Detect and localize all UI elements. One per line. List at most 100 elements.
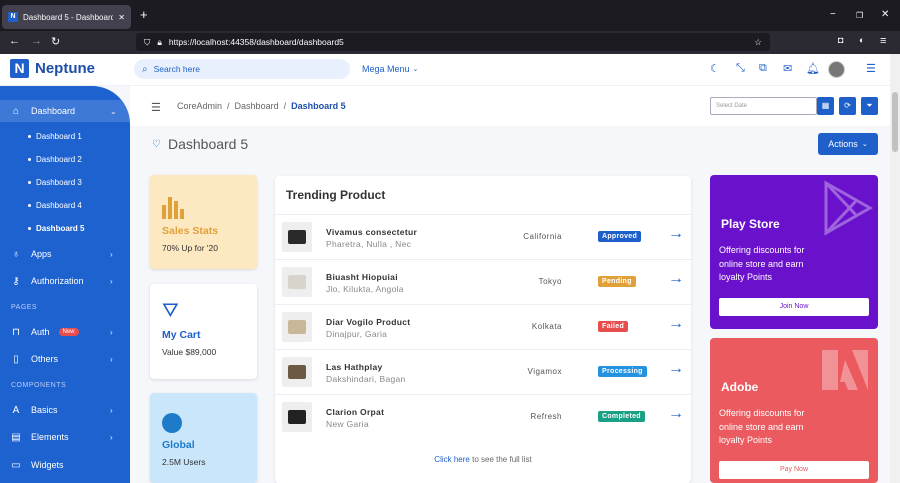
sidebar-subitem-dashboard-2[interactable]: Dashboard 2 <box>28 155 82 164</box>
product-row[interactable]: Clarion Orpat New Garia Refresh Completed → <box>275 394 691 439</box>
sidebar-item-others[interactable]: ▯ Others › <box>0 348 130 370</box>
date-input[interactable]: Select Date <box>710 97 817 115</box>
brand-logo[interactable]: N Neptune <box>10 59 95 78</box>
refresh-icon: ⟳ <box>844 101 851 110</box>
calendar-button[interactable]: ▦ <box>817 97 834 115</box>
sidebar-subitem-dashboard-4[interactable]: Dashboard 4 <box>28 201 82 210</box>
hamburger-menu-icon[interactable]: ☰ <box>151 101 161 114</box>
brand-name: Neptune <box>35 60 95 77</box>
stat-card-global[interactable]: Global 2.5M Users <box>150 393 257 483</box>
sidebar-item-label: Basics <box>31 405 58 415</box>
browser-menu-icon[interactable]: ≡ <box>880 35 886 47</box>
search-input[interactable]: ⌕ Search here <box>134 59 350 79</box>
mega-menu-button[interactable]: Mega Menu ⌄ <box>362 64 418 74</box>
arrow-right-icon[interactable]: → <box>668 315 684 333</box>
sidebar-subitem-dashboard-5[interactable]: Dashboard 5 <box>28 224 84 233</box>
refresh-button[interactable]: ⟳ <box>839 97 856 115</box>
settings-sliders-icon[interactable]: ☰ <box>866 62 876 75</box>
filter-button[interactable]: ⏷ <box>861 97 878 115</box>
page-title-text: Dashboard 5 <box>167 136 249 152</box>
arrow-right-icon[interactable]: → <box>668 360 684 378</box>
stat-card-cart[interactable]: ⛛ My Cart Value $89,000 <box>150 284 257 379</box>
lock-icon: 🔒︎ <box>157 36 162 47</box>
sidebar-item-authorization[interactable]: ⚷ Authorization › <box>0 270 130 292</box>
sidebar-item-widgets[interactable]: ▭ Widgets <box>0 454 130 476</box>
extension-icon[interactable]: ◐ <box>859 35 864 45</box>
arrow-right-icon[interactable]: → <box>668 270 684 288</box>
play-store-icon <box>824 180 874 236</box>
product-name: Diar Vogilo Product <box>326 317 411 327</box>
pay-now-button[interactable]: Pay Now <box>719 461 869 479</box>
url-bar[interactable]: ⛉ 🔒︎ https://localhost:44358/dashboard/d… <box>136 33 770 51</box>
product-thumbnail <box>282 312 312 342</box>
promo-title: Play Store <box>721 217 780 231</box>
promo-description: Offering discounts for online store and … <box>719 245 805 282</box>
breadcrumb-separator: / <box>227 101 230 111</box>
product-location: New Garia <box>326 419 369 429</box>
reload-icon[interactable]: ↻ <box>51 35 60 48</box>
browser-tab-bar <box>0 0 900 31</box>
bar-chart-icon <box>162 195 245 219</box>
breadcrumb-item[interactable]: Dashboard <box>235 101 279 111</box>
minimize-icon[interactable]: − <box>830 9 836 20</box>
sidebar-item-auth[interactable]: ⊓ Auth New › <box>0 321 130 343</box>
breadcrumb-item[interactable]: CoreAdmin <box>177 101 222 111</box>
mail-icon[interactable]: ✉ <box>783 62 792 75</box>
browser-tab[interactable]: N Dashboard 5 - Dashboard - Cor ✕ <box>2 5 131 29</box>
breadcrumb-separator: / <box>283 101 287 111</box>
sidebar-item-dashboard[interactable]: ⌂ Dashboard ⌄ <box>0 100 130 122</box>
scrollbar-thumb[interactable] <box>892 92 898 152</box>
window-close-icon[interactable]: ✕ <box>881 9 889 20</box>
status-badge: Failed <box>598 321 629 332</box>
user-avatar[interactable] <box>828 61 845 78</box>
sidebar-item-basics[interactable]: A Basics › <box>0 399 130 421</box>
heartbeat-icon: ♡ <box>152 138 161 150</box>
stat-card-sales[interactable]: Sales Stats 70% Up for '20 <box>150 175 257 269</box>
notification-bell-icon[interactable]: 🔔︎ <box>806 62 820 75</box>
product-thumbnail <box>282 222 312 252</box>
actions-button[interactable]: Actions ⌄ <box>818 133 878 155</box>
bullet-icon <box>28 135 31 138</box>
click-here-link[interactable]: Click here <box>434 455 470 464</box>
stat-subtitle: 2.5M Users <box>162 457 206 467</box>
join-now-button[interactable]: Join Now <box>719 298 869 316</box>
product-city: Vigamox <box>527 367 562 376</box>
search-placeholder: Search here <box>153 64 200 74</box>
page-title: ♡ Dashboard 5 <box>152 136 248 152</box>
translate-icon[interactable]: ⧉ <box>759 62 767 75</box>
full-list-text: to see the full list <box>472 455 532 464</box>
tab-title: Dashboard 5 - Dashboard - Cor <box>23 12 114 22</box>
restore-icon[interactable]: ❐ <box>856 11 863 20</box>
tab-favicon-icon: N <box>8 12 18 22</box>
back-icon[interactable]: ← <box>9 35 20 47</box>
url-text: https://localhost:44358/dashboard/dashbo… <box>168 37 344 47</box>
sidebar-item-label: Others <box>31 354 59 364</box>
fullscreen-exit-icon[interactable]: ⤡ <box>736 62 745 75</box>
card-title: Trending Product <box>286 188 386 202</box>
dark-mode-icon[interactable]: ☾ <box>710 62 720 75</box>
sidebar-item-label: Auth <box>31 327 50 337</box>
calendar-icon: ▦ <box>821 101 830 110</box>
sidebar-item-apps[interactable]: ♁ Apps › <box>0 243 130 265</box>
product-row[interactable]: Las Hathplay Dakshindari, Bagan Vigamox Pro… <box>275 349 691 394</box>
sidebar-item-label: Authorization <box>31 276 84 286</box>
stat-title: Sales Stats <box>162 225 219 237</box>
sidebar-subitem-dashboard-1[interactable]: Dashboard 1 <box>28 132 82 141</box>
close-tab-icon[interactable]: ✕ <box>118 13 125 22</box>
bookmark-star-icon[interactable]: ☆ <box>754 37 762 48</box>
sidebar-subitem-dashboard-3[interactable]: Dashboard 3 <box>28 178 82 187</box>
font-icon: A <box>12 404 20 416</box>
chevron-right-icon: › <box>110 354 113 364</box>
product-row[interactable]: Diar Vogilo Product Dinajpur, Garia Kolkat… <box>275 304 691 349</box>
arrow-right-icon[interactable]: → <box>668 405 684 423</box>
sidebar-item-elements[interactable]: ▤ Elements › <box>0 426 130 448</box>
mega-menu-label: Mega Menu <box>362 64 410 74</box>
product-row[interactable]: Biuasht Hiopuiai Jlo, Kilukta, Angola Toky… <box>275 259 691 304</box>
pocket-icon[interactable]: ◘ <box>838 35 843 45</box>
new-tab-icon[interactable]: + <box>140 7 148 22</box>
new-badge: New <box>58 328 79 336</box>
arrow-right-icon[interactable]: → <box>668 225 684 243</box>
product-city: California <box>523 232 562 241</box>
forward-icon[interactable]: → <box>31 35 42 47</box>
product-row[interactable]: Vivamus consectetur Pharetra, Nulla , Nec… <box>275 214 691 259</box>
